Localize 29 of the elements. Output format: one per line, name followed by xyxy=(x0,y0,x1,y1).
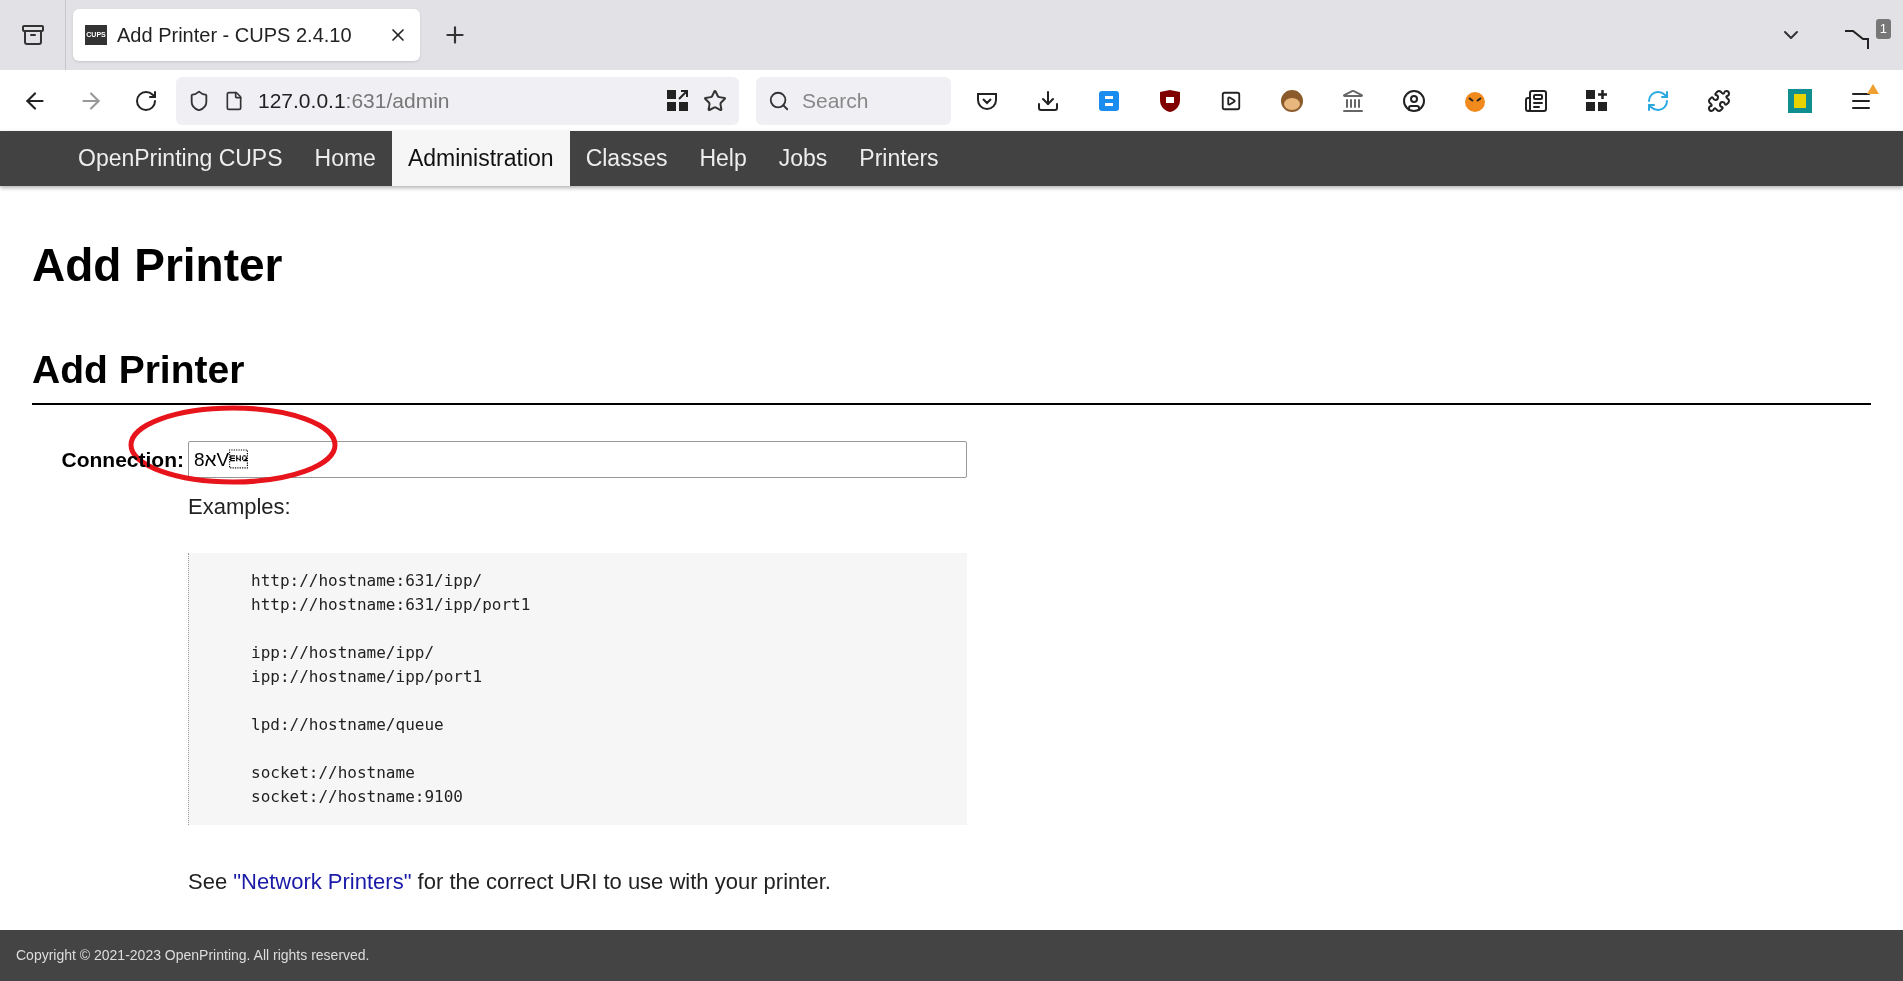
note-text: See "Network Printers" for the correct URI to use with your printer. xyxy=(188,868,832,896)
tab-title: Add Printer - CUPS 2.4.10 xyxy=(117,23,353,48)
nav-link[interactable]: Home xyxy=(298,131,392,186)
network-printers-link[interactable]: "Network Printers" xyxy=(233,869,412,894)
tab-list-icon[interactable] xyxy=(20,23,45,47)
nav-link[interactable]: Help xyxy=(683,131,763,186)
nav-link[interactable]: Printers xyxy=(843,131,955,186)
page-icon[interactable] xyxy=(224,90,244,111)
url-text: 127.0.0.1:631/admin xyxy=(258,87,451,114)
copyright-text: Copyright © 2021-2023 OpenPrinting. All rights reserved. xyxy=(16,946,370,965)
bookmark-star-icon[interactable] xyxy=(703,88,727,113)
reload-icon[interactable] xyxy=(134,88,158,113)
update-badge-icon xyxy=(1867,83,1879,94)
connection-field[interactable]: 8אV xyxy=(188,441,967,478)
shield-icon[interactable] xyxy=(188,89,210,112)
qr-grid-icon[interactable] xyxy=(667,89,689,112)
section-title: Add Printer xyxy=(32,350,1871,405)
page-title: Add Printer xyxy=(32,242,284,288)
nav-link[interactable]: Administration xyxy=(391,131,570,186)
examples-label: Examples: xyxy=(188,493,292,521)
nav-link[interactable]: Classes xyxy=(569,131,684,186)
search-field[interactable]: Search xyxy=(756,76,951,125)
address-bar[interactable]: 127.0.0.1:631/admin xyxy=(176,76,739,125)
examples-code: http://hostname:631/ipp/ http://hostname:631/ipp/port1 ipp://hostname/ipp/ ipp://hostname/ipp/port1 lpd://hostname/queue socket://hostname socket://hostname:9100 xyxy=(188,553,967,825)
nav-link[interactable]: OpenPrinting CUPS xyxy=(62,131,299,186)
r-square-icon[interactable] xyxy=(1786,86,1814,115)
count-badge: 1 xyxy=(1875,19,1891,39)
nav-link[interactable]: Jobs xyxy=(762,131,844,186)
search-icon xyxy=(768,89,790,112)
